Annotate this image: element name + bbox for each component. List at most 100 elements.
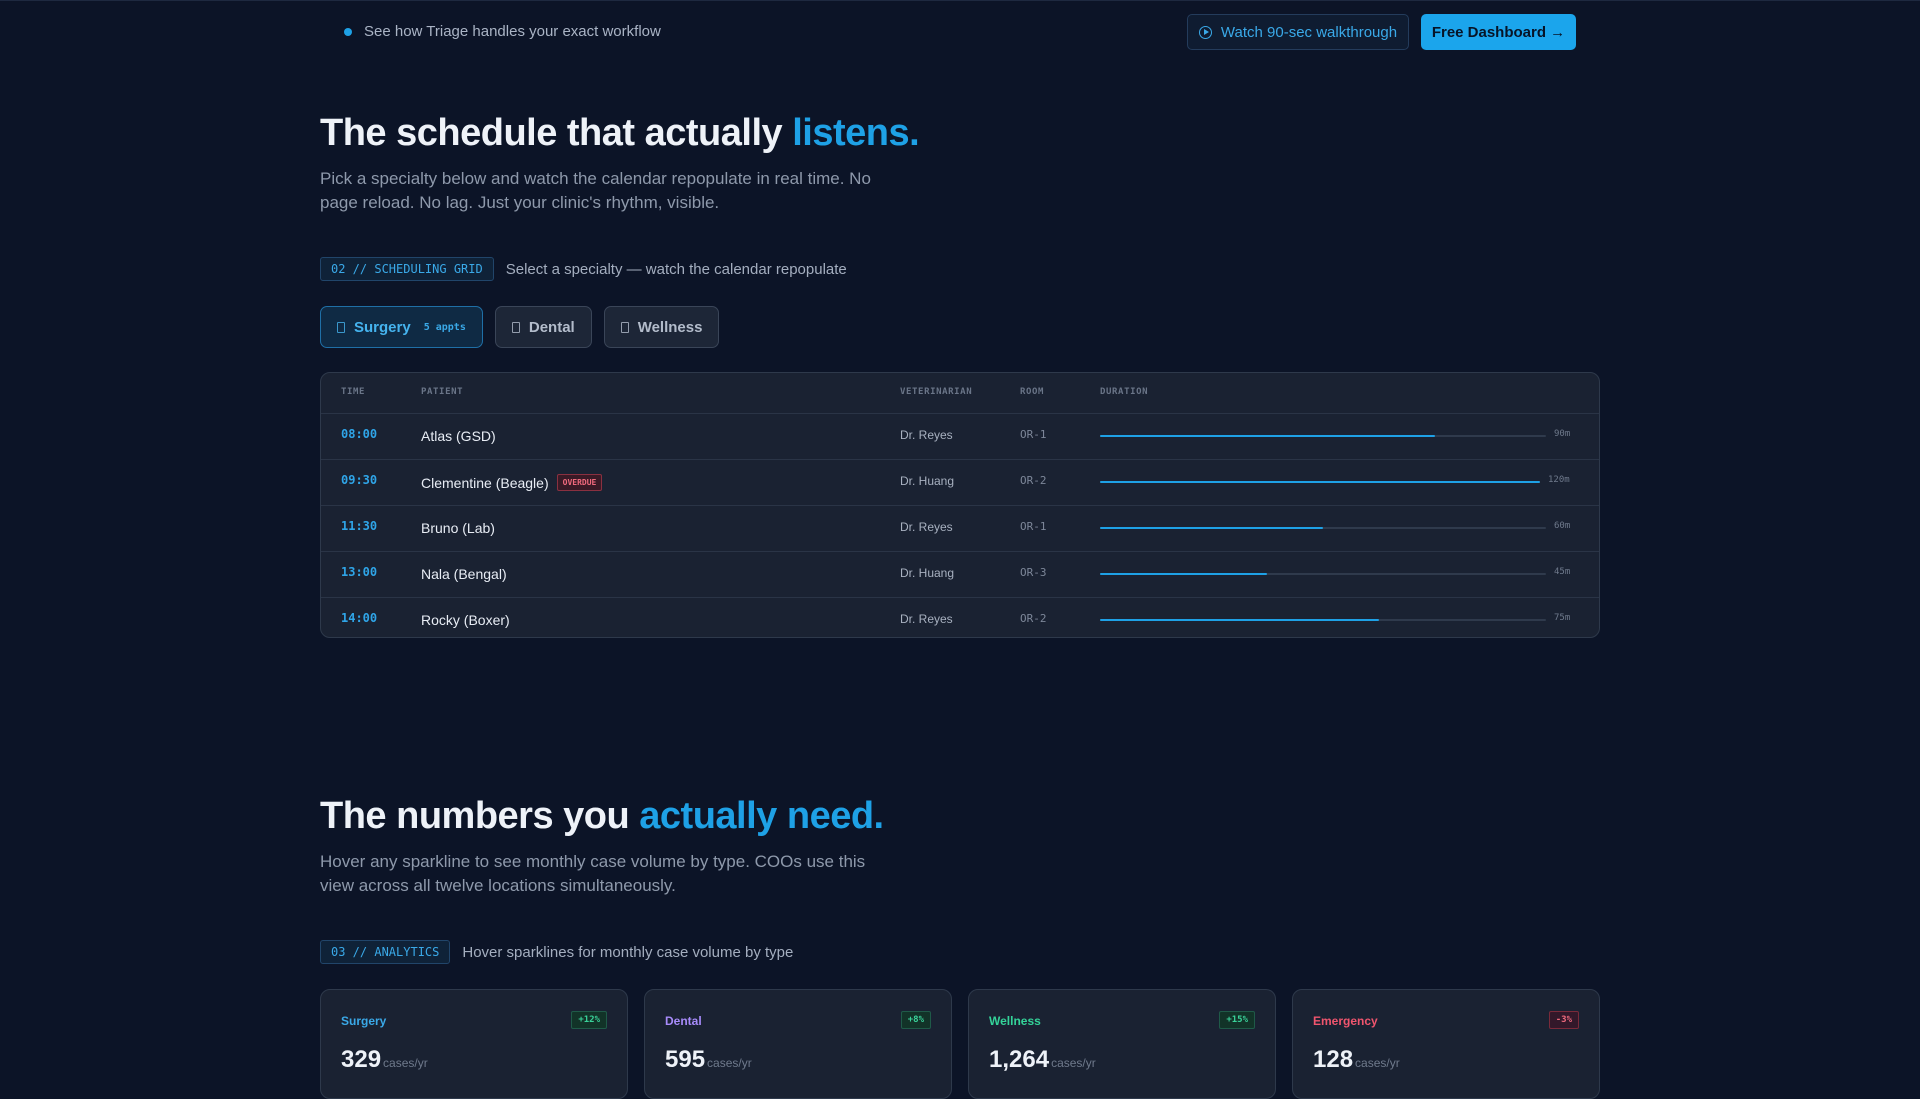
table-row[interactable]: 13:00 Nala (Bengal) Dr. Huang OR-3 45m xyxy=(321,552,1599,598)
veterinarian: Dr. Huang xyxy=(900,566,955,580)
duration-label: 75m xyxy=(1554,613,1571,623)
tab-wellness[interactable]: Wellness xyxy=(603,306,720,348)
patient-name: Nala (Bengal) xyxy=(421,566,507,582)
patient-cell: Rocky (Boxer) xyxy=(421,612,510,628)
metric-name: Surgery xyxy=(341,1014,387,1028)
table-row[interactable]: 14:00 Rocky (Boxer) Dr. Reyes OR-2 75m xyxy=(321,598,1599,637)
free-dashboard-button[interactable]: Free Dashboard → xyxy=(1421,14,1576,50)
table-row[interactable]: 08:00 Atlas (GSD) Dr. Reyes OR-1 90m xyxy=(321,414,1599,460)
veterinarian: Dr. Reyes xyxy=(900,520,953,534)
metric-card-wellness[interactable]: Wellness +15% 1,264 cases/yr xyxy=(968,989,1276,1099)
patient-name: Clementine (Beagle) xyxy=(421,474,549,491)
patient-cell: Clementine (Beagle) OVERDUE xyxy=(421,474,603,491)
duration-bar-track xyxy=(1100,481,1540,483)
duration-bar-track xyxy=(1100,573,1546,575)
appointment-time: 09:30 xyxy=(341,473,378,487)
room: OR-2 xyxy=(1020,474,1047,487)
duration-bar-fill xyxy=(1100,435,1435,437)
schedule-table: TIME PATIENT VETERINARIAN ROOM DURATION … xyxy=(320,372,1600,638)
walkthrough-button-label: Watch 90-sec walkthrough xyxy=(1220,23,1398,41)
appointment-time: 13:00 xyxy=(341,565,378,579)
patient-cell: Atlas (GSD) xyxy=(421,428,496,444)
walkthrough-button[interactable]: Watch 90-sec walkthrough xyxy=(1187,14,1409,50)
table-header: TIME PATIENT VETERINARIAN ROOM DURATION xyxy=(321,373,1599,414)
metric-unit: cases/yr xyxy=(707,1056,752,1070)
appointment-time: 14:00 xyxy=(341,611,378,625)
column-header-room: ROOM xyxy=(1020,387,1045,397)
duration-bar-track xyxy=(1100,619,1546,621)
table-row[interactable]: 09:30 Clementine (Beagle) OVERDUE Dr. Huang… xyxy=(321,460,1599,506)
metric-name: Wellness xyxy=(989,1014,1041,1028)
table-row[interactable]: 11:30 Bruno (Lab) Dr. Reyes OR-1 60m xyxy=(321,506,1599,552)
veterinarian: Dr. Reyes xyxy=(900,428,953,442)
section-tag-description: Select a specialty — watch the calendar … xyxy=(505,260,847,278)
appointment-time: 11:30 xyxy=(341,519,378,533)
patient-name: Bruno (Lab) xyxy=(421,520,495,536)
column-header-patient: PATIENT xyxy=(421,387,464,397)
duration-bar-fill xyxy=(1100,527,1323,529)
tab-dental-icon xyxy=(511,321,520,333)
duration-bar-track xyxy=(1100,435,1546,437)
section-tag: 02 // SCHEDULING GRID xyxy=(320,257,494,281)
duration-bar-fill xyxy=(1100,481,1540,483)
duration-bar-fill xyxy=(1100,619,1379,621)
metric-card-surgery[interactable]: Surgery +12% 329 cases/yr xyxy=(320,989,628,1099)
scheduling-title: The schedule that actually listens. xyxy=(320,112,920,155)
duration-label: 90m xyxy=(1554,429,1571,439)
veterinarian: Dr. Huang xyxy=(900,474,955,488)
scheduling-title-main: The schedule that actually xyxy=(320,112,783,154)
metric-name: Dental xyxy=(665,1014,702,1028)
change-badge: +15% xyxy=(1219,1011,1255,1029)
analytics-title-accent: actually need. xyxy=(639,795,884,837)
column-header-time: TIME xyxy=(341,387,366,397)
veterinarian: Dr. Reyes xyxy=(900,612,953,626)
metric-value-row: 1,264 cases/yr xyxy=(989,1046,1096,1074)
metric-value-row: 128 cases/yr xyxy=(1313,1046,1400,1074)
change-badge: +8% xyxy=(900,1011,931,1029)
patient-name: Rocky (Boxer) xyxy=(421,612,510,628)
analytics-tag-row: 03 // ANALYTICS Hover sparklines for mon… xyxy=(320,939,793,965)
scheduling-title-accent: listens. xyxy=(792,112,920,154)
patient-name: Atlas (GSD) xyxy=(421,428,496,444)
specialty-tabs: Surgery 5 appts Dental Wellness xyxy=(320,306,720,348)
metric-value: 128 xyxy=(1313,1046,1354,1073)
tab-surgery-label: Surgery xyxy=(354,318,411,336)
duration-label: 60m xyxy=(1554,521,1571,531)
patient-cell: Bruno (Lab) xyxy=(421,520,495,536)
tab-surgery-icon xyxy=(337,321,345,333)
status-dot-icon xyxy=(344,28,352,36)
metric-value: 329 xyxy=(341,1046,382,1073)
change-badge: -3% xyxy=(1548,1011,1579,1029)
tab-surgery[interactable]: Surgery 5 appts xyxy=(320,306,483,348)
metric-unit: cases/yr xyxy=(1051,1056,1096,1070)
room: OR-2 xyxy=(1020,612,1047,625)
top-bar: See how Triage handles your exact workfl… xyxy=(344,14,1576,50)
patient-cell: Nala (Bengal) xyxy=(421,566,507,582)
tab-wellness-icon xyxy=(620,321,629,333)
tab-dental[interactable]: Dental xyxy=(494,306,592,348)
tab-surgery-count: 5 appts xyxy=(423,321,466,333)
room: OR-1 xyxy=(1020,428,1047,441)
change-badge: +12% xyxy=(571,1011,607,1029)
metric-value-row: 595 cases/yr xyxy=(665,1046,752,1074)
metric-value-row: 329 cases/yr xyxy=(341,1046,428,1074)
analytics-title: The numbers you actually need. xyxy=(320,795,884,838)
room: OR-3 xyxy=(1020,566,1047,579)
room: OR-1 xyxy=(1020,520,1047,533)
duration-label: 45m xyxy=(1554,567,1571,577)
metric-card-dental[interactable]: Dental +8% 595 cases/yr xyxy=(644,989,952,1099)
metric-card-emergency[interactable]: Emergency -3% 128 cases/yr xyxy=(1292,989,1600,1099)
appointment-time: 08:00 xyxy=(341,427,378,441)
column-header-veterinarian: VETERINARIAN xyxy=(900,387,973,397)
scheduling-lead: Pick a specialty below and watch the cal… xyxy=(320,169,871,212)
analytics-title-main: The numbers you xyxy=(320,795,630,837)
metric-value: 1,264 xyxy=(989,1046,1050,1073)
duration-bar-fill xyxy=(1100,573,1268,575)
column-header-duration: DURATION xyxy=(1100,387,1149,397)
duration-label: 120m xyxy=(1548,475,1570,485)
top-divider xyxy=(0,0,1920,1)
analytics-lead: Hover any sparkline to see monthly case … xyxy=(320,852,866,895)
tab-dental-label: Dental xyxy=(528,318,575,336)
duration-bar-track xyxy=(1100,527,1546,529)
overdue-badge: OVERDUE xyxy=(556,474,603,491)
